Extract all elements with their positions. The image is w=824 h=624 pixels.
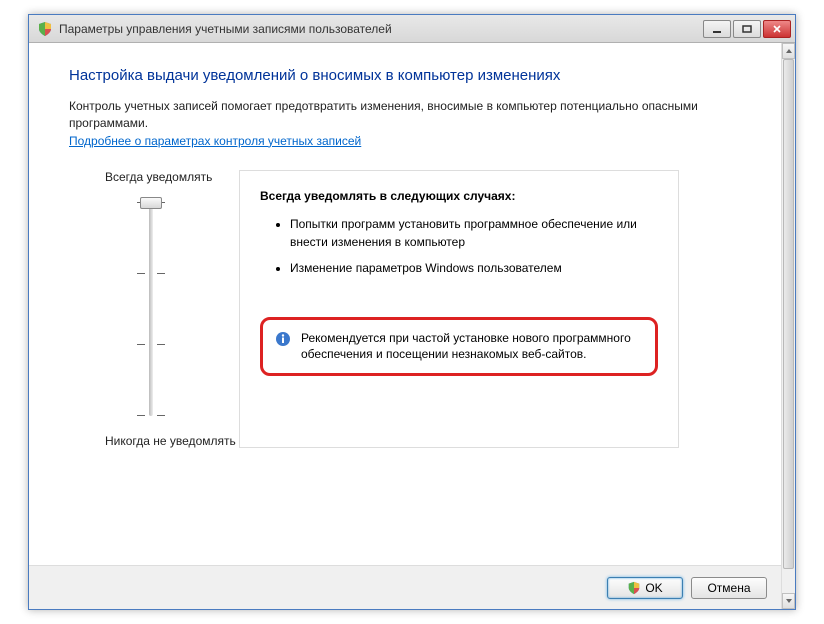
window-title: Параметры управления учетными записями п…: [59, 22, 703, 36]
shield-icon: [627, 581, 641, 595]
info-bullet-list: Попытки программ установить программное …: [260, 215, 658, 277]
slider-top-label: Всегда уведомлять: [105, 170, 239, 184]
scrollbar-thumb[interactable]: [783, 59, 794, 569]
cancel-button-label: Отмена: [707, 581, 750, 595]
maximize-button[interactable]: [733, 20, 761, 38]
content-area: Настройка выдачи уведомлений о вносимых …: [29, 43, 781, 609]
cancel-button[interactable]: Отмена: [691, 577, 767, 599]
page-heading: Настройка выдачи уведомлений о вносимых …: [69, 67, 741, 84]
ok-button-label: OK: [645, 581, 662, 595]
info-bullet: Попытки программ установить программное …: [290, 215, 658, 251]
button-bar: OK Отмена: [29, 565, 781, 609]
window-controls: [703, 20, 791, 38]
help-link[interactable]: Подробнее о параметрах контроля учетных …: [69, 134, 361, 148]
shield-icon: [37, 21, 53, 37]
page-description: Контроль учетных записей помогает предот…: [69, 98, 741, 132]
info-panel-title: Всегда уведомлять в следующих случаях:: [260, 189, 658, 203]
slider-area: Всегда уведомлять Никогда не уведомлять …: [69, 170, 741, 448]
recommendation-text: Рекомендуется при частой установке новог…: [301, 330, 643, 364]
recommendation-box: Рекомендуется при частой установке новог…: [260, 317, 658, 377]
titlebar[interactable]: Параметры управления учетными записями п…: [29, 15, 795, 43]
minimize-button[interactable]: [703, 20, 731, 38]
scroll-down-button[interactable]: [782, 593, 795, 609]
uac-slider[interactable]: [133, 194, 173, 424]
ok-button[interactable]: OK: [607, 577, 683, 599]
info-icon: [275, 331, 291, 347]
slider-bottom-label: Никогда не уведомлять: [105, 434, 239, 448]
slider-column: Всегда уведомлять Никогда не уведомлять: [69, 170, 239, 448]
slider-track: [149, 202, 153, 416]
info-panel: Всегда уведомлять в следующих случаях: П…: [239, 170, 679, 448]
vertical-scrollbar[interactable]: [781, 43, 795, 609]
close-button[interactable]: [763, 20, 791, 38]
uac-settings-window: Параметры управления учетными записями п…: [28, 14, 796, 610]
scroll-up-button[interactable]: [782, 43, 795, 59]
slider-thumb[interactable]: [140, 197, 162, 209]
info-bullet: Изменение параметров Windows пользовател…: [290, 259, 658, 277]
